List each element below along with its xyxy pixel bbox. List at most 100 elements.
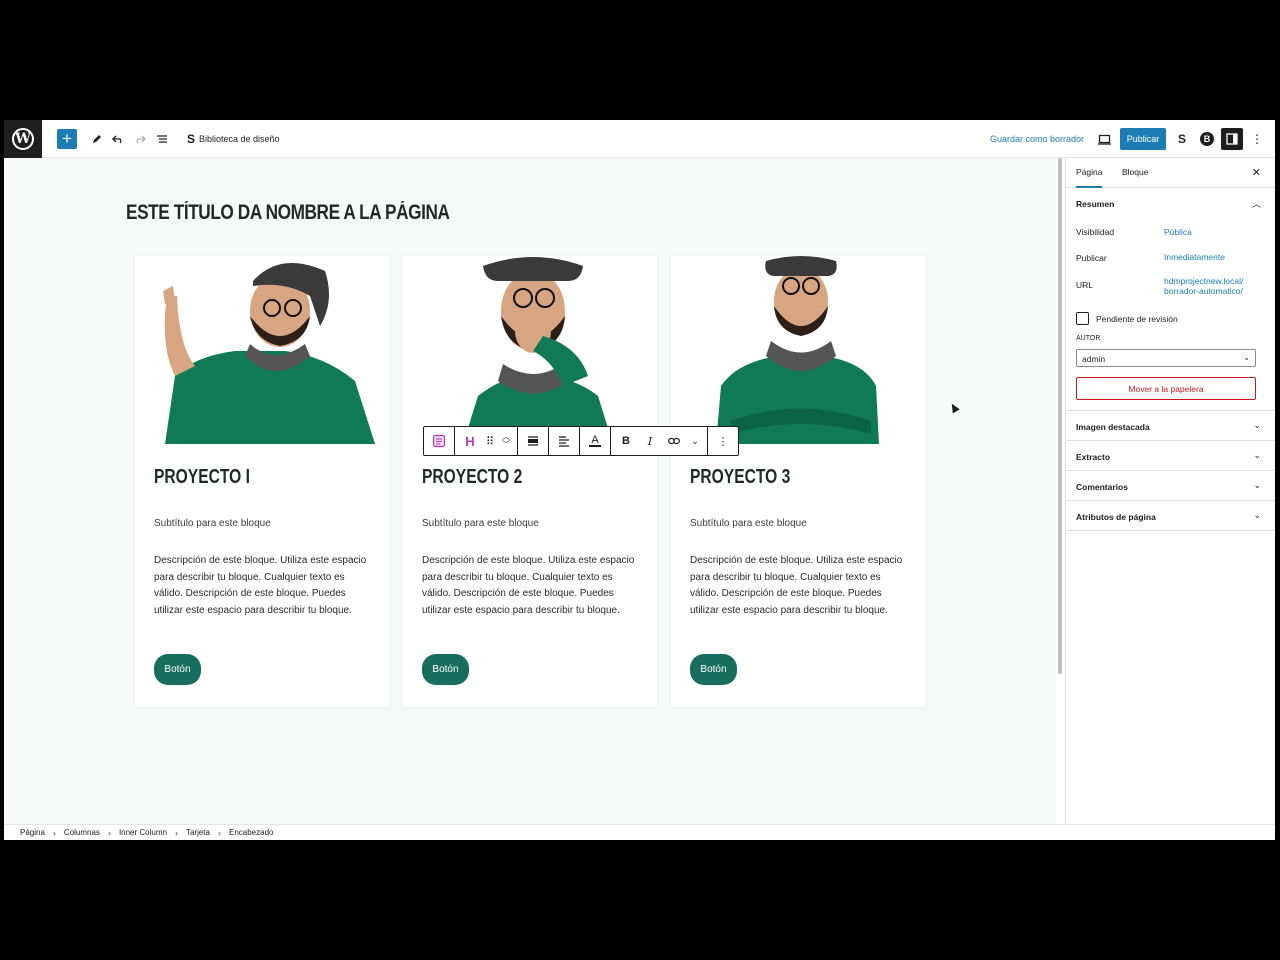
publish-button[interactable]: Publicar <box>1120 128 1166 150</box>
align-button[interactable] <box>522 430 544 452</box>
breadcrumb-item[interactable]: Página <box>20 828 45 837</box>
comments-panel[interactable]: Comentarios ⌄ <box>1066 471 1275 501</box>
card-subtitle[interactable]: Subtítulo para este bloque <box>690 518 807 529</box>
card-3[interactable]: Proyecto 3 Subtítulo para este bloque De… <box>671 256 925 707</box>
select-parent-button[interactable] <box>428 430 450 452</box>
card-title[interactable]: Proyecto 3 <box>690 466 790 489</box>
stackable-icon: S <box>187 132 196 146</box>
block-switcher-group: H ⠿ ︿ ﹀ <box>455 427 518 455</box>
visibility-row: Visibilidad Pública <box>1076 227 1192 237</box>
drag-handle-icon[interactable]: ⠿ <box>483 430 497 452</box>
block-align-group <box>518 427 549 455</box>
card-image[interactable] <box>135 256 389 444</box>
move-up-down-buttons[interactable]: ︿ ﹀ <box>499 430 513 452</box>
chevron-right-icon: › <box>107 827 111 838</box>
panel-title: Comentarios <box>1076 482 1128 492</box>
wordpress-logo-button[interactable]: W <box>4 120 42 158</box>
card-2[interactable]: Proyecto 2 Subtítulo para este bloque De… <box>403 256 657 707</box>
page-title[interactable]: Este título da nombre a la página <box>126 201 450 225</box>
more-formats-button[interactable]: ⌄ <box>687 430 703 452</box>
document-overview-button[interactable] <box>152 129 172 149</box>
text-align-button[interactable] <box>553 430 575 452</box>
breadcrumb-item: Encabezado <box>228 828 274 837</box>
sidebar-icon <box>1226 133 1238 145</box>
tab-block[interactable]: Bloque <box>1122 167 1148 177</box>
author-value: admin <box>1082 354 1106 364</box>
list-view-icon <box>157 135 167 143</box>
chevron-down-icon: ⌄ <box>1253 510 1261 520</box>
add-block-button[interactable]: + <box>57 129 77 149</box>
card-title[interactable]: Proyecto I <box>154 466 250 489</box>
card-button[interactable]: Botón <box>154 654 201 685</box>
heading-block-icon[interactable]: H <box>459 430 481 452</box>
bold-button[interactable]: B <box>615 430 637 452</box>
undo-button[interactable] <box>108 129 128 149</box>
visibility-label: Visibilidad <box>1076 227 1115 237</box>
excerpt-panel[interactable]: Extracto ⌄ <box>1066 441 1275 471</box>
preview-button[interactable] <box>1094 129 1114 149</box>
chevron-down-icon: ⌄ <box>1243 353 1250 362</box>
author-select[interactable]: admin ⌄ <box>1076 349 1256 367</box>
redo-icon <box>136 135 146 144</box>
settings-sidebar-toggle[interactable] <box>1221 128 1243 150</box>
card-button[interactable]: Botón <box>690 654 737 685</box>
pending-review-checkbox[interactable] <box>1076 312 1089 325</box>
card-description[interactable]: Descripción de este bloque. Utiliza este… <box>422 553 636 619</box>
url-value[interactable]: hdmprojectnew.local/ borrador-automatico… <box>1164 276 1264 296</box>
text-align-group <box>549 427 580 455</box>
align-left-icon <box>559 436 569 447</box>
breadcrumb-item[interactable]: Inner Column <box>119 828 167 837</box>
author-label: AUTOR <box>1076 335 1101 342</box>
italic-button[interactable]: I <box>639 430 661 452</box>
featured-image-panel[interactable]: Imagen destacada ⌄ <box>1066 411 1275 441</box>
block-options-button[interactable]: ⋮ <box>712 430 734 452</box>
publish-value[interactable]: Inmediatamente <box>1164 252 1264 262</box>
card-description[interactable]: Descripción de este bloque. Utiliza este… <box>154 553 368 619</box>
more-vertical-icon: ⋮ <box>1251 132 1263 146</box>
format-group: B I ⌄ <box>611 427 708 455</box>
card-description[interactable]: Descripción de este bloque. Utiliza este… <box>690 553 904 619</box>
text-color-group: A <box>580 427 611 455</box>
url-row: URL hdmprojectnew.local/ borrador-automa… <box>1076 276 1243 296</box>
block-toolbar: H ⠿ ︿ ﹀ A B I ⌄ ⋮ <box>423 426 739 456</box>
card-subtitle[interactable]: Subtítulo para este bloque <box>422 518 539 529</box>
scrollbar-thumb[interactable] <box>1058 158 1062 674</box>
design-library-label: Biblioteca de diseño <box>199 134 280 144</box>
close-icon[interactable]: ✕ <box>1252 166 1261 179</box>
summary-title: Resumen <box>1076 199 1115 209</box>
publish-row: Publicar Inmediatamente <box>1076 252 1225 263</box>
settings-sidebar: Página Bloque ✕ Resumen ︿ Visibilidad Pú… <box>1065 158 1275 824</box>
url-label: URL <box>1076 280 1094 290</box>
design-library-button[interactable]: S Biblioteca de diseño <box>187 129 280 149</box>
tools-button[interactable] <box>87 129 107 149</box>
text-color-button[interactable]: A <box>584 430 606 452</box>
chevron-down-icon: ⌄ <box>1253 420 1261 430</box>
card-image[interactable] <box>403 256 657 444</box>
visibility-value[interactable]: Pública <box>1164 227 1264 237</box>
link-button[interactable] <box>663 430 685 452</box>
redo-button[interactable] <box>130 129 150 149</box>
move-to-trash-button[interactable]: Mover a la papelera <box>1076 377 1256 400</box>
text-color-icon: A <box>591 434 599 446</box>
tab-page[interactable]: Página <box>1076 167 1103 188</box>
block-options-group: ⋮ <box>708 427 738 455</box>
editor-canvas: Este título da nombre a la página Proyec… <box>4 158 1056 824</box>
sidebar-tabs: Página Bloque ✕ <box>1066 158 1275 188</box>
italic-icon: I <box>647 434 653 448</box>
stackable-settings-button[interactable]: S <box>1174 129 1190 149</box>
options-menu-button[interactable]: ⋮ <box>1251 129 1263 149</box>
chevron-right-icon: › <box>52 827 56 838</box>
card-image[interactable] <box>671 256 925 444</box>
card-1[interactable]: Proyecto I Subtítulo para este bloque De… <box>135 256 389 707</box>
card-subtitle[interactable]: Subtítulo para este bloque <box>154 518 271 529</box>
page-attributes-panel[interactable]: Atributos de página ⌄ <box>1066 501 1275 531</box>
card-button[interactable]: Botón <box>422 654 469 685</box>
breadcrumb-item[interactable]: Tarjeta <box>186 828 210 837</box>
card-title[interactable]: Proyecto 2 <box>422 466 522 489</box>
block-badge-button[interactable]: B <box>1200 132 1214 146</box>
save-draft-button[interactable]: Guardar como borrador <box>990 129 1084 149</box>
chevron-down-icon: ⌄ <box>1253 450 1261 460</box>
breadcrumb-item[interactable]: Columnas <box>64 828 100 837</box>
summary-panel-header[interactable]: Resumen ︿ <box>1066 188 1275 218</box>
canvas-scrollbar[interactable] <box>1058 158 1064 824</box>
